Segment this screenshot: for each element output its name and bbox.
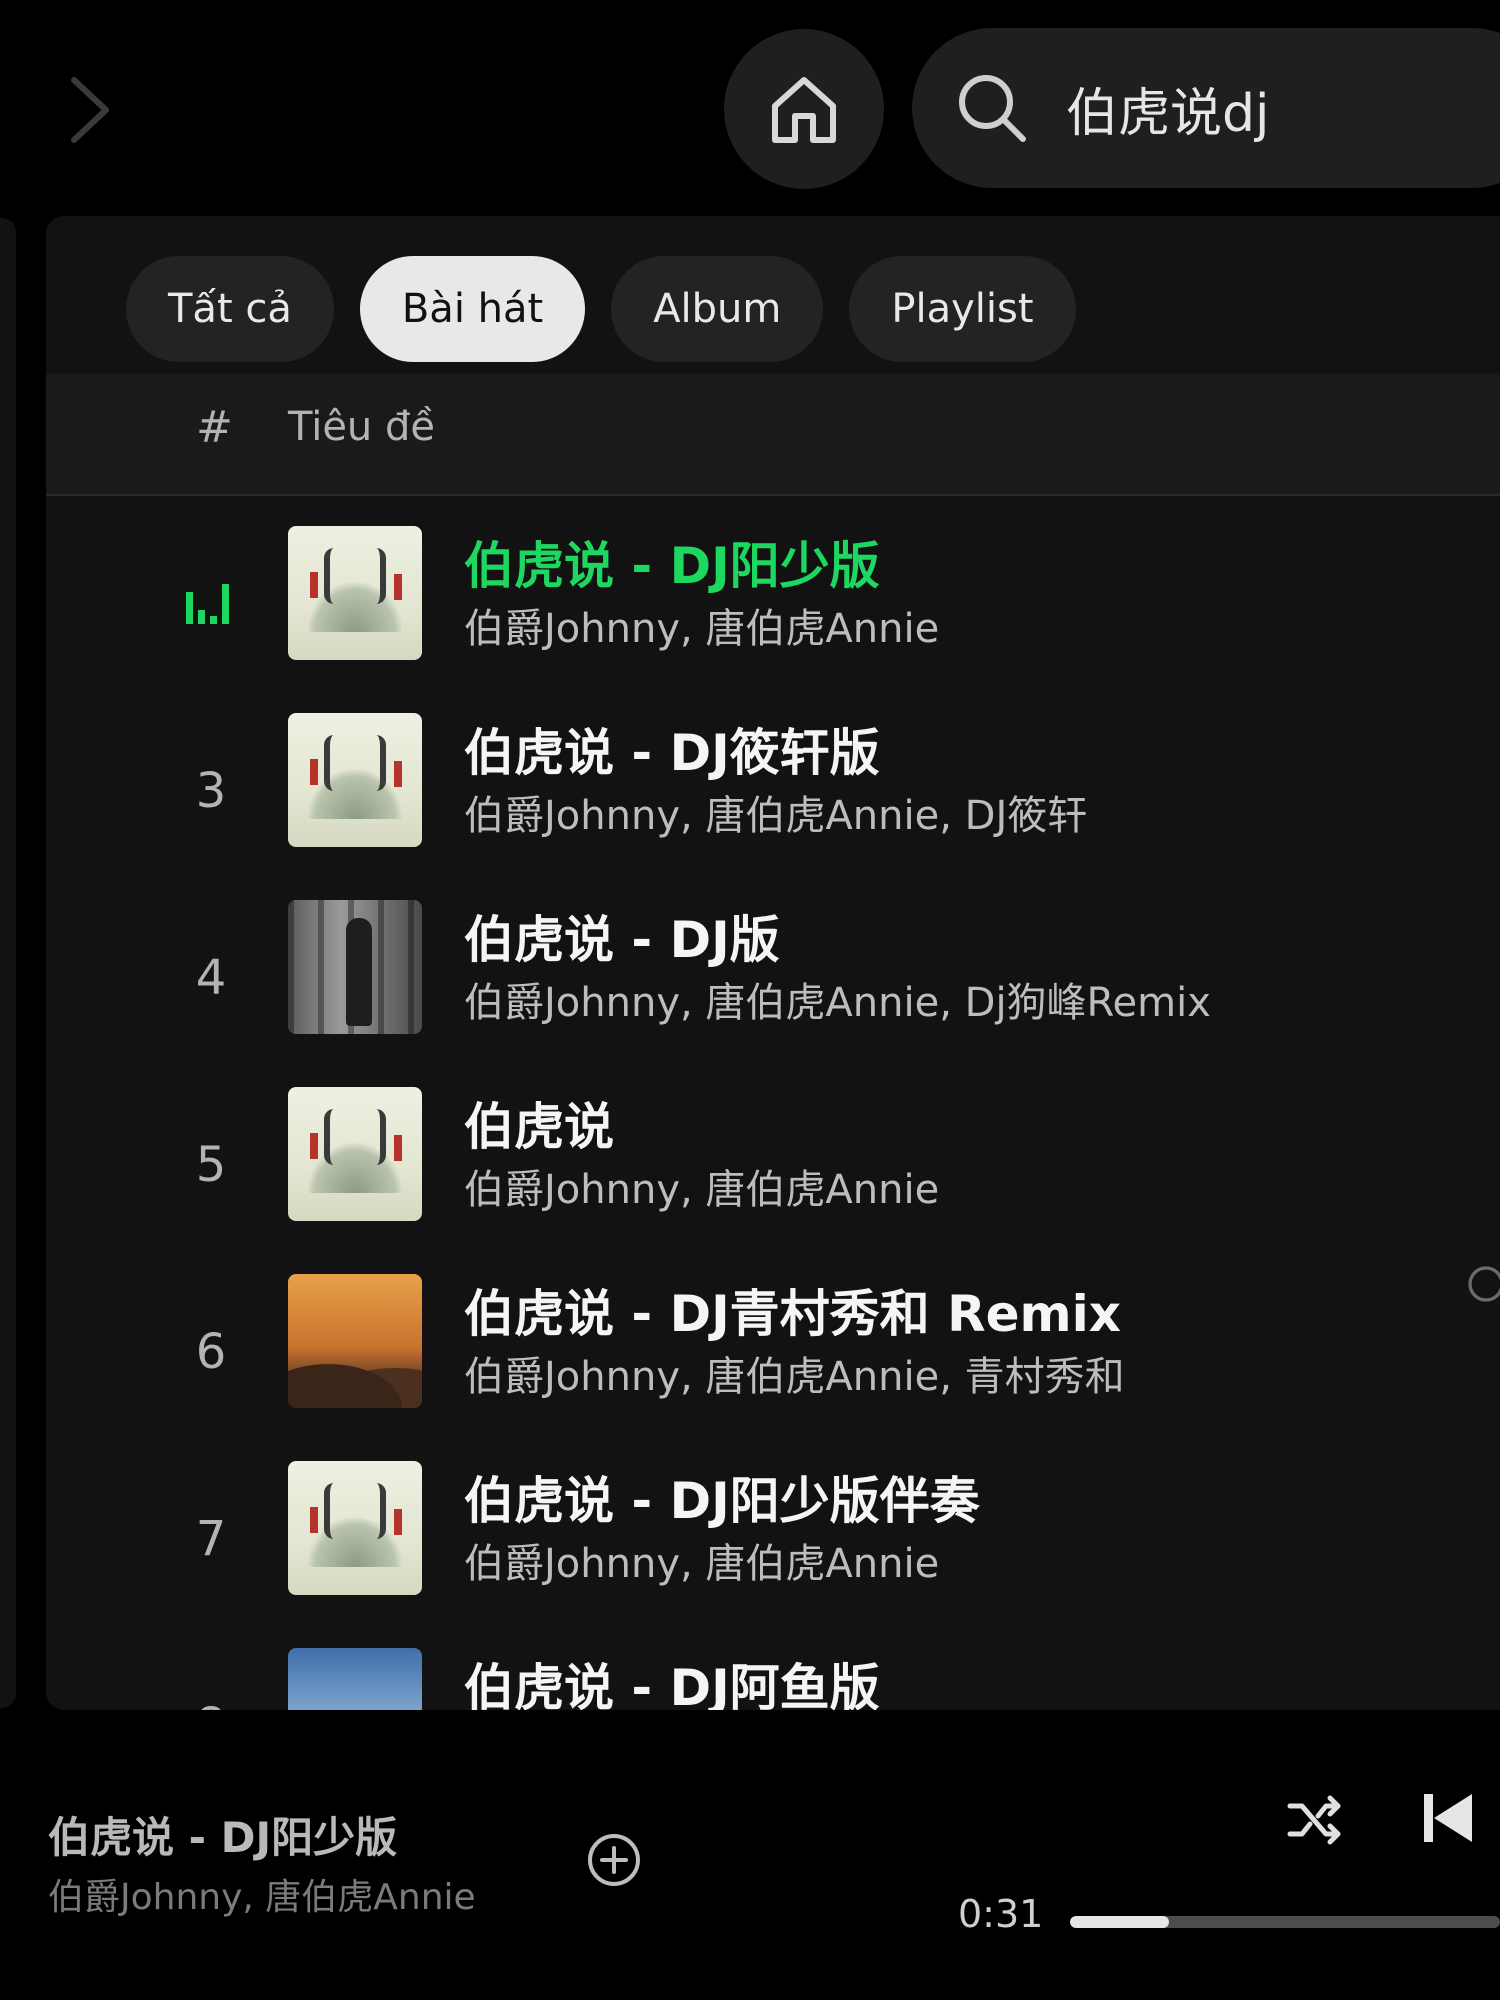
track-row[interactable]: 伯虎说 - DJ阳少版 伯爵Johnny, 唐伯虎Annie xyxy=(46,526,1500,713)
track-number: 8 xyxy=(176,1698,246,1710)
skip-previous-icon[interactable] xyxy=(1420,1790,1476,1846)
album-cover xyxy=(288,1648,422,1710)
top-bar: 伯虎说dj xyxy=(0,0,1500,210)
home-icon xyxy=(772,77,836,143)
album-cover xyxy=(288,1087,422,1221)
track-artists[interactable]: 伯爵Johnny, 唐伯虎Annie, DJ筱轩 xyxy=(464,783,1087,841)
now-playing-artists[interactable]: 伯爵Johnny, 唐伯虎Annie xyxy=(48,1868,476,1920)
track-row[interactable]: 7 伯虎说 - DJ阳少版伴奏 伯爵Johnny, 唐伯虎Annie xyxy=(46,1461,1500,1648)
now-playing-title[interactable]: 伯虎说 - DJ阳少版 xyxy=(48,1804,397,1865)
track-artists[interactable]: 伯爵Johnny, 唐伯虎Annie, Dj狗峰Remix xyxy=(464,970,1211,1028)
track-list-header: # Tiêu đề xyxy=(46,374,1500,496)
equalizer-icon xyxy=(186,584,229,624)
track-number: 6 xyxy=(195,1324,227,1380)
search-bar[interactable]: 伯虎说dj xyxy=(912,28,1500,188)
track-artists[interactable]: 伯爵Johnny, 唐伯虎Annie xyxy=(464,1157,939,1215)
search-input[interactable]: 伯虎说dj xyxy=(1066,71,1269,146)
album-cover xyxy=(288,1274,422,1408)
home-button[interactable] xyxy=(724,29,884,189)
filter-chips: Tất cả Bài hát Album Playlist xyxy=(126,256,1076,362)
track-title[interactable]: 伯虎说 - DJ筱轩版 xyxy=(464,713,880,785)
side-action-icon[interactable] xyxy=(1466,1264,1500,1324)
track-title[interactable]: 伯虎说 xyxy=(464,1087,614,1159)
chip-album[interactable]: Album xyxy=(611,256,824,362)
add-circle-icon[interactable] xyxy=(586,1832,642,1888)
shuffle-icon[interactable] xyxy=(1284,1790,1344,1850)
chevron-right-icon xyxy=(71,77,109,143)
album-cover xyxy=(288,1461,422,1595)
track-number: 3 xyxy=(195,763,227,819)
track-row[interactable]: 4 伯虎说 - DJ版 伯爵Johnny, 唐伯虎Annie, Dj狗峰Remi… xyxy=(46,900,1500,1087)
track-artists[interactable]: 伯爵Johnny, 唐伯虎Annie xyxy=(464,596,939,654)
track-number: 5 xyxy=(195,1137,227,1193)
track-title[interactable]: 伯虎说 - DJ青村秀和 Remix xyxy=(464,1274,1121,1346)
album-cover xyxy=(288,900,422,1034)
track-row[interactable]: 5 伯虎说 伯爵Johnny, 唐伯虎Annie xyxy=(46,1087,1500,1274)
track-number: 4 xyxy=(195,950,227,1006)
track-row[interactable]: 8 伯虎说 - DJ阿鱼版 xyxy=(46,1648,1500,1710)
search-results-panel: Tất cả Bài hát Album Playlist # Tiêu đề … xyxy=(46,216,1500,1710)
album-cover xyxy=(288,526,422,660)
track-row[interactable]: 6 伯虎说 - DJ青村秀和 Remix 伯爵Johnny, 唐伯虎Annie,… xyxy=(46,1274,1500,1461)
search-icon xyxy=(952,68,1032,148)
column-title[interactable]: Tiêu đề xyxy=(288,404,435,450)
track-artists[interactable]: 伯爵Johnny, 唐伯虎Annie, 青村秀和 xyxy=(464,1344,1125,1402)
forward-button[interactable] xyxy=(60,70,120,150)
elapsed-time: 0:31 xyxy=(958,1892,1044,1936)
column-number: # xyxy=(196,402,233,453)
progress-fill xyxy=(1070,1916,1169,1928)
track-artists[interactable]: 伯爵Johnny, 唐伯虎Annie xyxy=(464,1531,939,1589)
track-list: 伯虎说 - DJ阳少版 伯爵Johnny, 唐伯虎Annie 3 伯虎说 - D… xyxy=(46,526,1500,1710)
album-cover xyxy=(288,713,422,847)
chip-songs[interactable]: Bài hát xyxy=(359,256,586,362)
now-playing-bar: 伯虎说 - DJ阳少版 伯爵Johnny, 唐伯虎Annie 0:31 xyxy=(0,1712,1500,2000)
left-sidebar-edge xyxy=(0,218,16,1708)
track-row[interactable]: 3 伯虎说 - DJ筱轩版 伯爵Johnny, 唐伯虎Annie, DJ筱轩 xyxy=(46,713,1500,900)
track-title[interactable]: 伯虎说 - DJ阳少版 xyxy=(464,526,880,598)
track-number: 7 xyxy=(195,1511,227,1567)
progress-bar[interactable] xyxy=(1070,1916,1500,1928)
track-title[interactable]: 伯虎说 - DJ版 xyxy=(464,900,780,972)
chip-playlist[interactable]: Playlist xyxy=(849,256,1076,362)
track-title[interactable]: 伯虎说 - DJ阳少版伴奏 xyxy=(464,1461,980,1533)
track-title[interactable]: 伯虎说 - DJ阿鱼版 xyxy=(464,1648,880,1710)
chip-all[interactable]: Tất cả xyxy=(126,256,334,362)
